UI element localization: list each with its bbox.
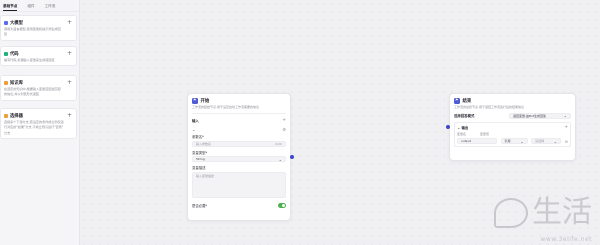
watermark: 生活 — [494, 198, 592, 228]
watermark-url: www.3elife.net — [540, 236, 592, 243]
add-icon[interactable]: + — [67, 112, 72, 119]
chevron-down-icon[interactable]: ⌄ — [457, 125, 460, 130]
panel-tabs: 基础节点 组件 工作流 — [0, 0, 79, 12]
add-icon[interactable]: + — [67, 19, 72, 26]
add-output-icon[interactable]: + — [564, 125, 568, 130]
brain-icon — [4, 20, 8, 25]
node-card-llm[interactable]: 大模型 + 调用大语言模型,使用变量和提示词生成回 复 — [0, 15, 77, 41]
var-desc-label: 变量描述 — [192, 166, 206, 170]
node-panel: 基础节点 组件 工作流 大模型 + 调用大语言模型,使用变量和提示词生成回 复 … — [0, 0, 80, 245]
output-name-input[interactable]: output — [457, 138, 497, 144]
chevron-down-icon: ⌄ — [278, 156, 282, 162]
node-card-title: 选择器 — [4, 113, 23, 119]
node-card-desc: 的信息,并以列表形式返回 — [4, 92, 40, 97]
node-card-desc: 复 — [4, 32, 8, 37]
watermark-text: 生活 — [532, 195, 592, 230]
node-card-desc: 连接多个下游分支,若设定的条件成立则仅运 — [4, 120, 64, 124]
param-name-count: 0/20 — [275, 141, 282, 146]
required-toggle[interactable] — [278, 203, 286, 208]
node-card-title-text: 选择器 — [10, 113, 23, 119]
tab-basic-nodes[interactable]: 基础节点 — [3, 2, 18, 11]
end-node-desc: 工作流的最终节点,用于返回工作流运行后的结果信息 — [454, 105, 524, 109]
output-section-label: 输出 — [461, 125, 469, 130]
input-section-label: 输入 — [192, 119, 199, 123]
output-ref-select[interactable]: 引用 ⌄ — [500, 138, 528, 144]
end-node-title: 结束 — [462, 99, 472, 104]
col-var-name: 变量名 — [457, 132, 467, 136]
node-card-title: 大模型 — [4, 20, 23, 26]
end-node-input-handle[interactable] — [446, 125, 450, 129]
return-mode-label: 选择回答模式 — [454, 114, 475, 118]
remove-icon[interactable]: ⊖ — [565, 139, 568, 144]
tab-components[interactable]: 组件 — [27, 2, 34, 11]
var-desc-placeholder: 输入变量描述 — [196, 174, 215, 178]
node-card-selector[interactable]: 选择器 + 连接多个下游分支,若设定的条件成立则仅运 行对应的"如果"分支,不成… — [0, 108, 77, 140]
node-card-desc: 行对应的"如果"分支,不成立则只运行"否则" — [4, 125, 64, 130]
node-card-desc: 分支 — [4, 130, 11, 135]
node-card-title-text: 知识库 — [10, 80, 23, 86]
node-card-knowledge[interactable]: 知识库 + 在选定的知识中,根据输入变量召回最匹配 的信息,并以列表形式返回 — [0, 75, 77, 101]
chevron-down-icon: ⌄ — [563, 113, 567, 118]
col-var-value: 变量值 — [480, 132, 490, 136]
add-input-icon[interactable]: + — [282, 118, 286, 123]
add-icon[interactable]: + — [67, 79, 72, 86]
branch-icon — [4, 113, 8, 118]
node-card-desc: 在选定的知识中,根据输入变量召回最匹配 — [4, 87, 61, 91]
database-icon — [4, 80, 8, 85]
var-type-select[interactable]: String ⌄ — [192, 156, 286, 162]
node-card-title-text: 代码 — [10, 51, 19, 57]
add-icon[interactable]: + — [67, 50, 72, 57]
return-mode-value: 返回变量,由Bot生成回答 — [513, 113, 547, 118]
var-type-label: 变量类型* — [192, 150, 208, 155]
output-name-value: output — [461, 139, 471, 143]
start-node-output-handle[interactable] — [290, 155, 294, 159]
settings-icon[interactable]: ⚙ — [282, 127, 286, 132]
start-node-title: 开始 — [200, 99, 210, 104]
required-label: 是否必要* — [192, 204, 208, 208]
output-ref-value: 引用 — [504, 139, 511, 143]
tab-workflows[interactable]: 工作流 — [45, 2, 56, 11]
param-name-label: 参数名* — [192, 135, 204, 139]
node-card-title: 代码 — [4, 51, 19, 57]
flag-icon: ⚑ — [454, 98, 460, 104]
output-var-placeholder: 请选择 — [535, 139, 545, 143]
chevron-down-icon: ⌄ — [553, 138, 558, 144]
output-var-select[interactable]: 请选择 ⌄ — [531, 138, 562, 144]
node-card-desc: 调用大语言模型,使用变量和提示词生成回 — [4, 27, 61, 31]
watermark-logo — [494, 198, 528, 228]
node-card-title-text: 大模型 — [10, 20, 23, 26]
start-node[interactable]: ⚑ 开始 工作流的起始节点,用于设定启动工作流需要的信息 输入 + ⌄ ⚙ 参数… — [187, 93, 291, 221]
return-mode-select[interactable]: 返回变量,由Bot生成回答 ⌄ — [509, 112, 571, 119]
code-icon — [4, 51, 8, 56]
end-node[interactable]: ⚑ 结束 工作流的最终节点,用于返回工作流运行后的结果信息 选择回答模式 返回变… — [449, 93, 576, 161]
node-card-desc: 编写代码,处理输入变量来生成返回值 — [4, 58, 55, 62]
node-card-code[interactable]: 代码 + 编写代码,处理输入变量来生成返回值 — [0, 46, 77, 67]
param-name-placeholder: 输入参数名 — [196, 141, 212, 146]
var-type-value: String — [196, 157, 205, 161]
chevron-down-icon: ⌄ — [520, 138, 524, 144]
chevron-down-icon[interactable]: ⌄ — [192, 127, 195, 132]
var-desc-textarea[interactable]: 输入变量描述 — [192, 171, 286, 198]
param-name-input[interactable]: 输入参数名 0/20 — [192, 140, 286, 147]
flag-icon: ⚑ — [192, 98, 198, 104]
node-card-title: 知识库 — [4, 80, 23, 86]
start-node-desc: 工作流的起始节点,用于设定启动工作流需要的信息 — [192, 105, 259, 109]
